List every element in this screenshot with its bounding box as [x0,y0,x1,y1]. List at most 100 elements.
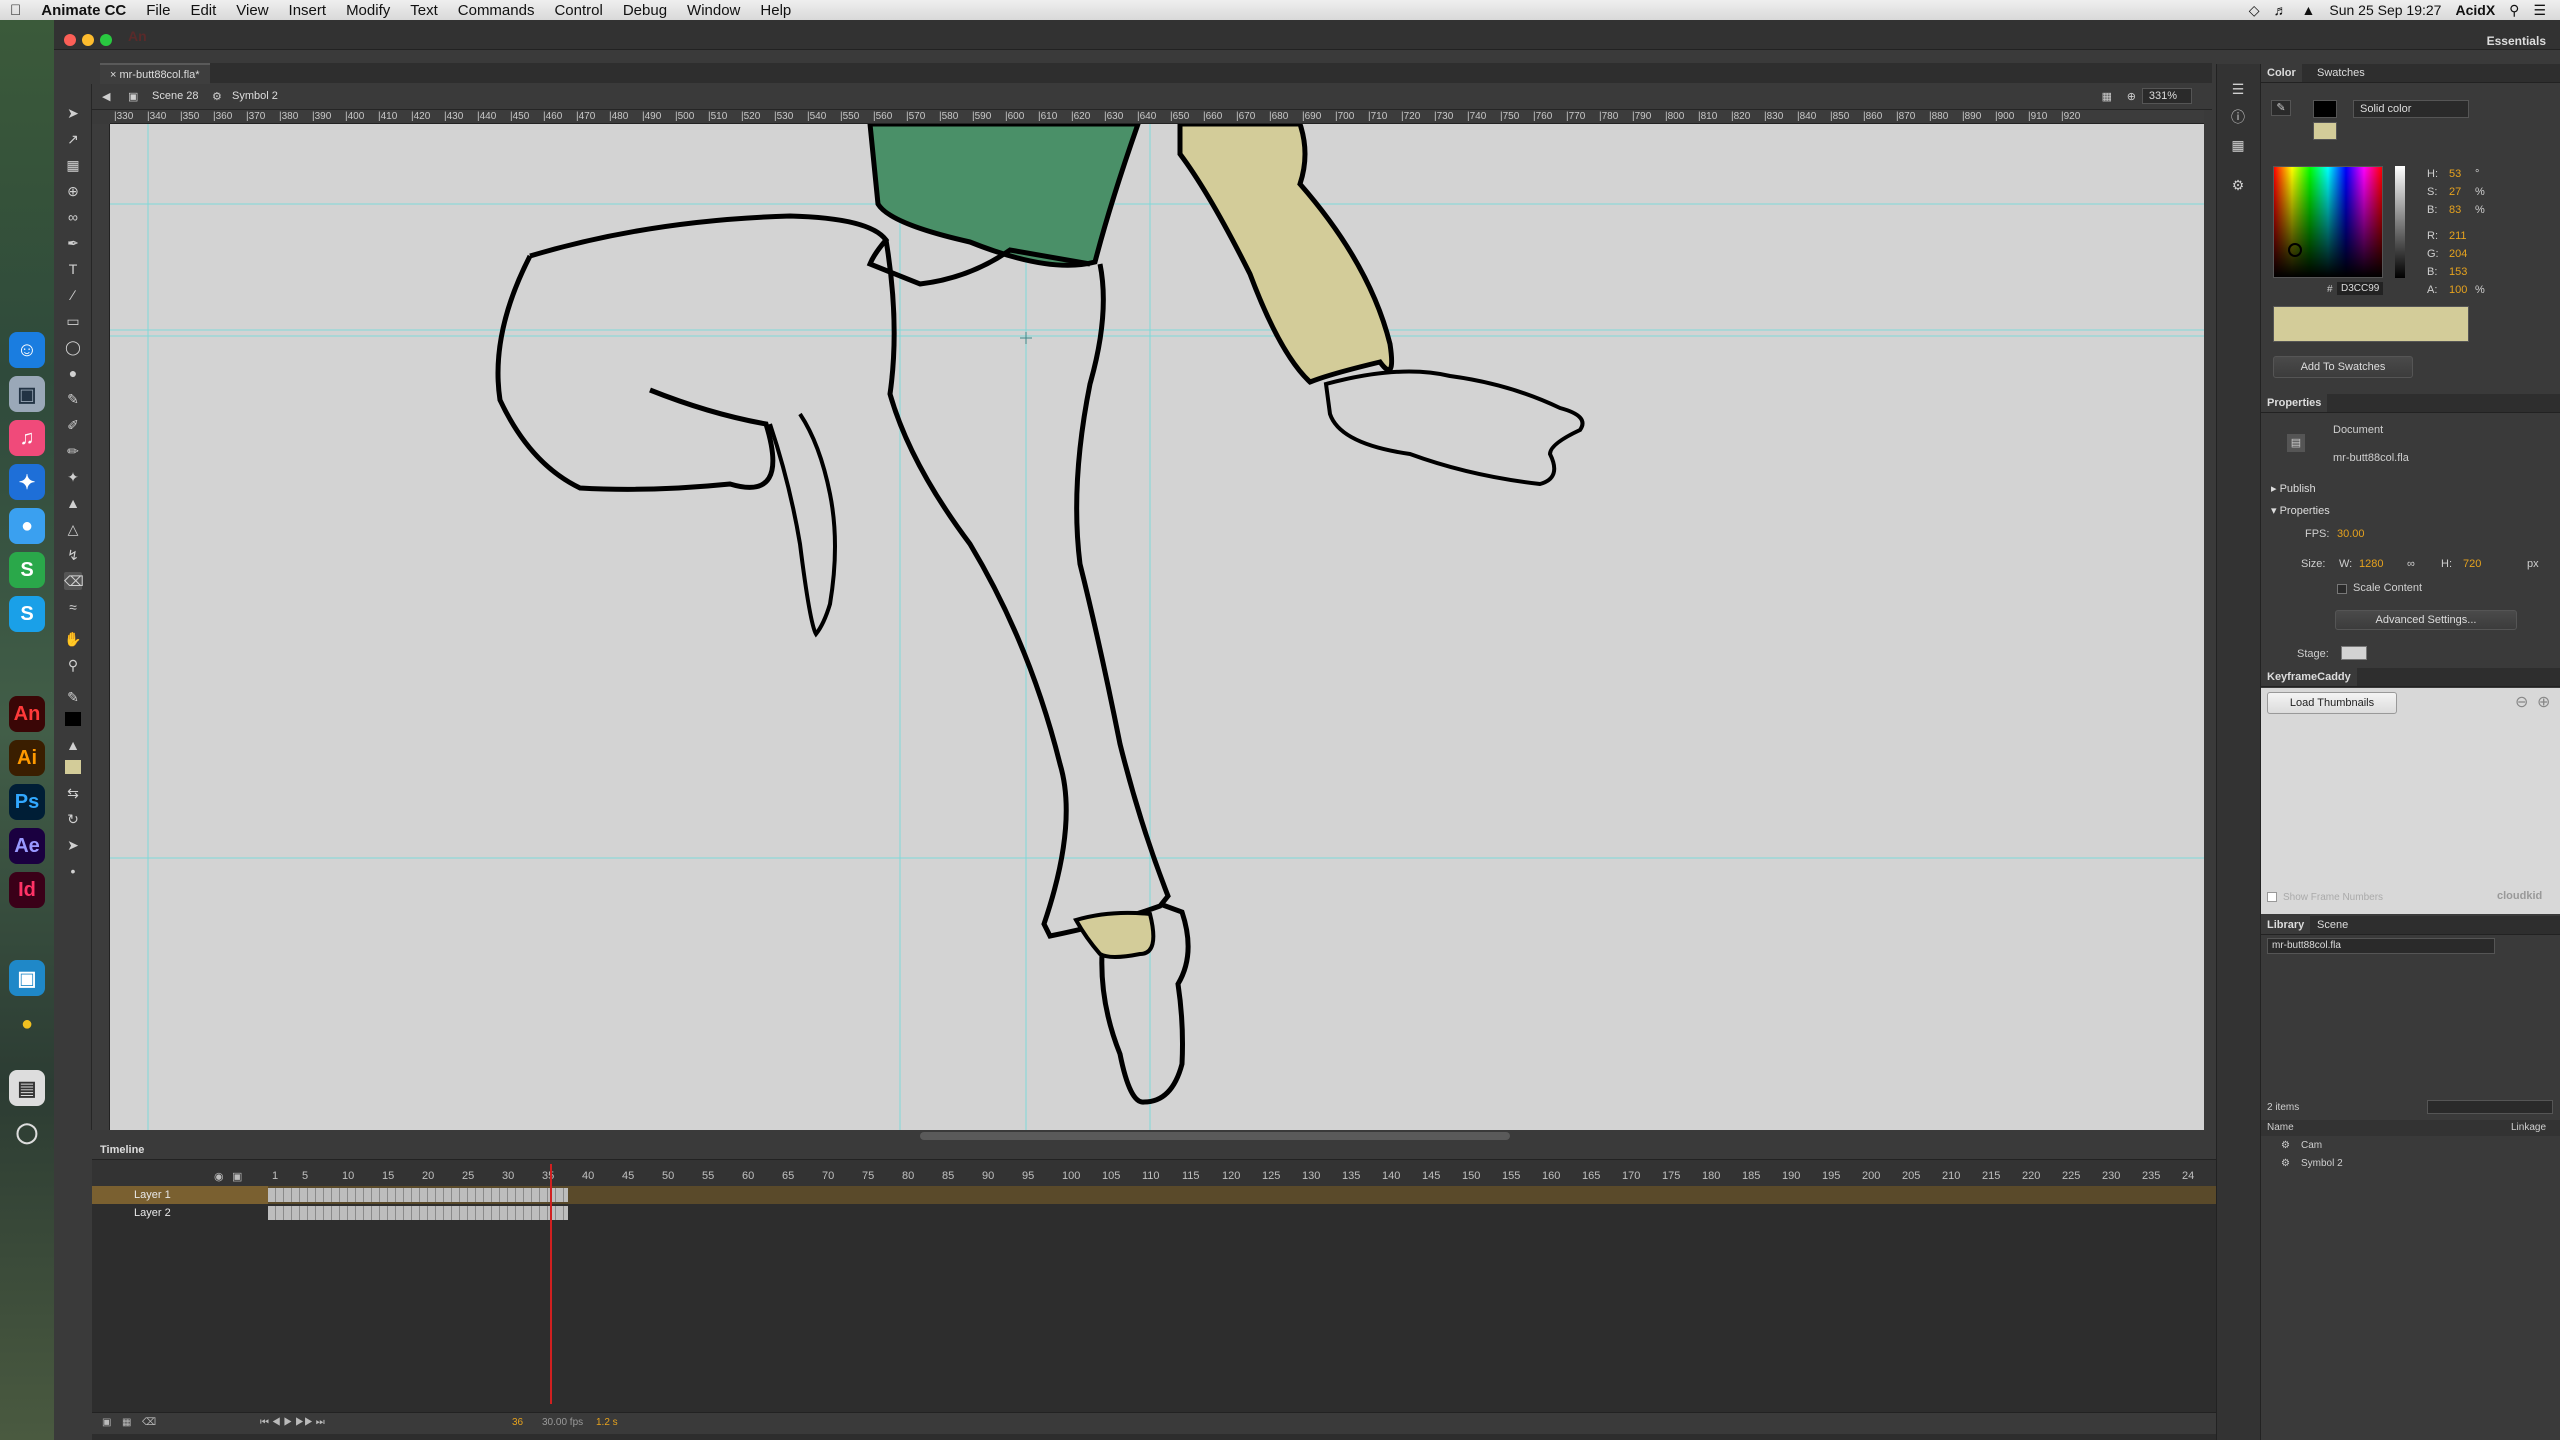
zoom-out-icon[interactable]: ⊖ [2515,692,2528,712]
text-tool-icon[interactable]: T [64,260,82,278]
line-tool-icon[interactable]: ∕ [64,286,82,304]
fill-color-swatch[interactable] [65,760,81,774]
fill-swatch[interactable] [2313,122,2337,140]
fill-type-select[interactable]: Solid color [2353,100,2469,118]
layer-name-1[interactable]: Layer 1 [92,1186,268,1204]
clip-icon[interactable]: ▦ [2102,90,2112,103]
new-layer-icon[interactable]: ▣ [102,1417,111,1428]
tab-properties[interactable]: Properties [2261,394,2328,412]
fill-color-icon[interactable]: ▲ [64,736,82,754]
frame-number[interactable]: 225 [2062,1170,2080,1182]
aftereffects-icon[interactable]: Ae [9,828,45,864]
publish-section[interactable]: ▸ Publish [2271,482,2316,495]
stage-color-swatch[interactable] [2341,646,2367,660]
tab-keyframe-caddy[interactable]: KeyframeCaddy [2261,668,2357,686]
straighten-icon[interactable]: • [64,862,82,880]
frame-number[interactable]: 100 [1062,1170,1080,1182]
3d-rotation-icon[interactable]: ⊕ [64,182,82,200]
library-search-input[interactable] [2427,1100,2553,1114]
frame-number[interactable]: 40 [582,1170,594,1182]
paint-brush-icon[interactable]: ✐ [64,416,82,434]
safari-icon[interactable]: ✦ [9,464,45,500]
link-icon[interactable]: ∞ [2407,558,2415,570]
stroke-color-icon[interactable]: ✎ [64,688,82,706]
hand-tool-icon[interactable]: ✋ [64,630,82,648]
transform-panel-icon[interactable]: ▦ [2229,136,2247,154]
apple-icon[interactable]:  [0,2,31,19]
downloads-icon[interactable]: ▤ [9,1070,45,1106]
stroke-color-swatch[interactable] [65,712,81,726]
smooth-icon[interactable]: ➤ [64,836,82,854]
frame-number[interactable]: 80 [902,1170,914,1182]
menu-text[interactable]: Text [400,2,448,19]
alpha-value[interactable]: 100 [2449,284,2467,296]
ink-bottle-icon[interactable]: △ [64,520,82,538]
layer-row-2[interactable]: Layer 2 [92,1204,2216,1222]
scene-breadcrumb[interactable]: Scene 28 [152,90,198,102]
blue-value[interactable]: 153 [2449,266,2467,278]
green-value[interactable]: 204 [2449,248,2467,260]
components-panel-icon[interactable]: ⚙ [2229,176,2247,194]
frame-number[interactable]: 25 [462,1170,474,1182]
frame-number[interactable]: 220 [2022,1170,2040,1182]
volume-icon[interactable]: ♬ [2274,2,2288,18]
sheets-icon[interactable]: S [9,552,45,588]
frame-number[interactable]: 50 [662,1170,674,1182]
spotlight-icon[interactable]: ⚲ [2509,2,2519,19]
frame-number[interactable]: 85 [942,1170,954,1182]
advanced-settings-button[interactable]: Advanced Settings... [2335,610,2517,630]
frame-number[interactable]: 150 [1462,1170,1480,1182]
finder-icon[interactable]: ☺ [9,332,45,368]
preview-icon[interactable]: ▣ [9,376,45,412]
library-file-select[interactable]: mr-butt88col.fla [2267,938,2495,954]
library-col-linkage[interactable]: Linkage [2511,1122,2546,1133]
frame-number[interactable]: 195 [1822,1170,1840,1182]
frame-number[interactable]: 200 [1862,1170,1880,1182]
brightness-slider[interactable] [2395,166,2405,278]
frame-number[interactable]: 30 [502,1170,514,1182]
layer-row-1[interactable]: Layer 1 [92,1186,2216,1204]
playhead[interactable] [550,1164,552,1404]
symbol-breadcrumb[interactable]: Symbol 2 [232,90,278,102]
frame-number[interactable]: 205 [1902,1170,1920,1182]
properties-section[interactable]: ▾ Properties [2271,504,2330,517]
selection-tool-icon[interactable]: ➤ [64,104,82,122]
notification-icon[interactable]: ☰ [2533,2,2546,19]
height-value[interactable]: 720 [2463,558,2481,570]
snap-icon[interactable]: ↻ [64,810,82,828]
frame-number[interactable]: 70 [822,1170,834,1182]
document-tab[interactable]: × mr-butt88col.fla* [100,63,210,85]
close-button[interactable] [64,34,76,46]
play-controls-icon[interactable]: ⏮ ◀ ▶ ▶▶ ⏭ [260,1417,325,1428]
current-frame[interactable]: 36 [512,1417,523,1428]
itunes-icon[interactable]: ♫ [9,420,45,456]
stage[interactable] [110,124,2204,1130]
frame-number[interactable]: 130 [1302,1170,1320,1182]
indesign-icon[interactable]: Id [9,872,45,908]
frame-rate[interactable]: 30.00 fps [542,1417,583,1428]
zoom-in-icon[interactable]: ⊕ [2537,692,2550,712]
frame-number[interactable]: 24 [2182,1170,2194,1182]
app-icon[interactable]: ▣ [9,960,45,996]
eyedropper-icon[interactable]: ↯ [64,546,82,564]
frame-number[interactable]: 215 [1982,1170,2000,1182]
frame-number[interactable]: 185 [1742,1170,1760,1182]
frame-number[interactable]: 120 [1222,1170,1240,1182]
fps-value[interactable]: 30.00 [2337,528,2365,540]
frame-number[interactable]: 15 [382,1170,394,1182]
frame-number[interactable]: 230 [2102,1170,2120,1182]
load-thumbnails-button[interactable]: Load Thumbnails [2267,692,2397,714]
subselection-tool-icon[interactable]: ↗ [64,130,82,148]
width-tool-icon[interactable]: ≈ [64,598,82,616]
new-folder-icon[interactable]: ▦ [122,1417,131,1428]
hex-field[interactable]: D3CC99 [2337,282,2384,295]
frame-span-2[interactable] [268,1206,568,1220]
lock-icon[interactable]: ▣ [232,1170,242,1183]
rectangle-tool-icon[interactable]: ▭ [64,312,82,330]
minimize-button[interactable] [82,34,94,46]
frame-number[interactable]: 45 [622,1170,634,1182]
red-value[interactable]: 211 [2449,230,2467,242]
frame-number[interactable]: 35 [542,1170,554,1182]
oval-tool-icon[interactable]: ◯ [64,338,82,356]
zoom-tool-icon[interactable]: ⚲ [64,656,82,674]
